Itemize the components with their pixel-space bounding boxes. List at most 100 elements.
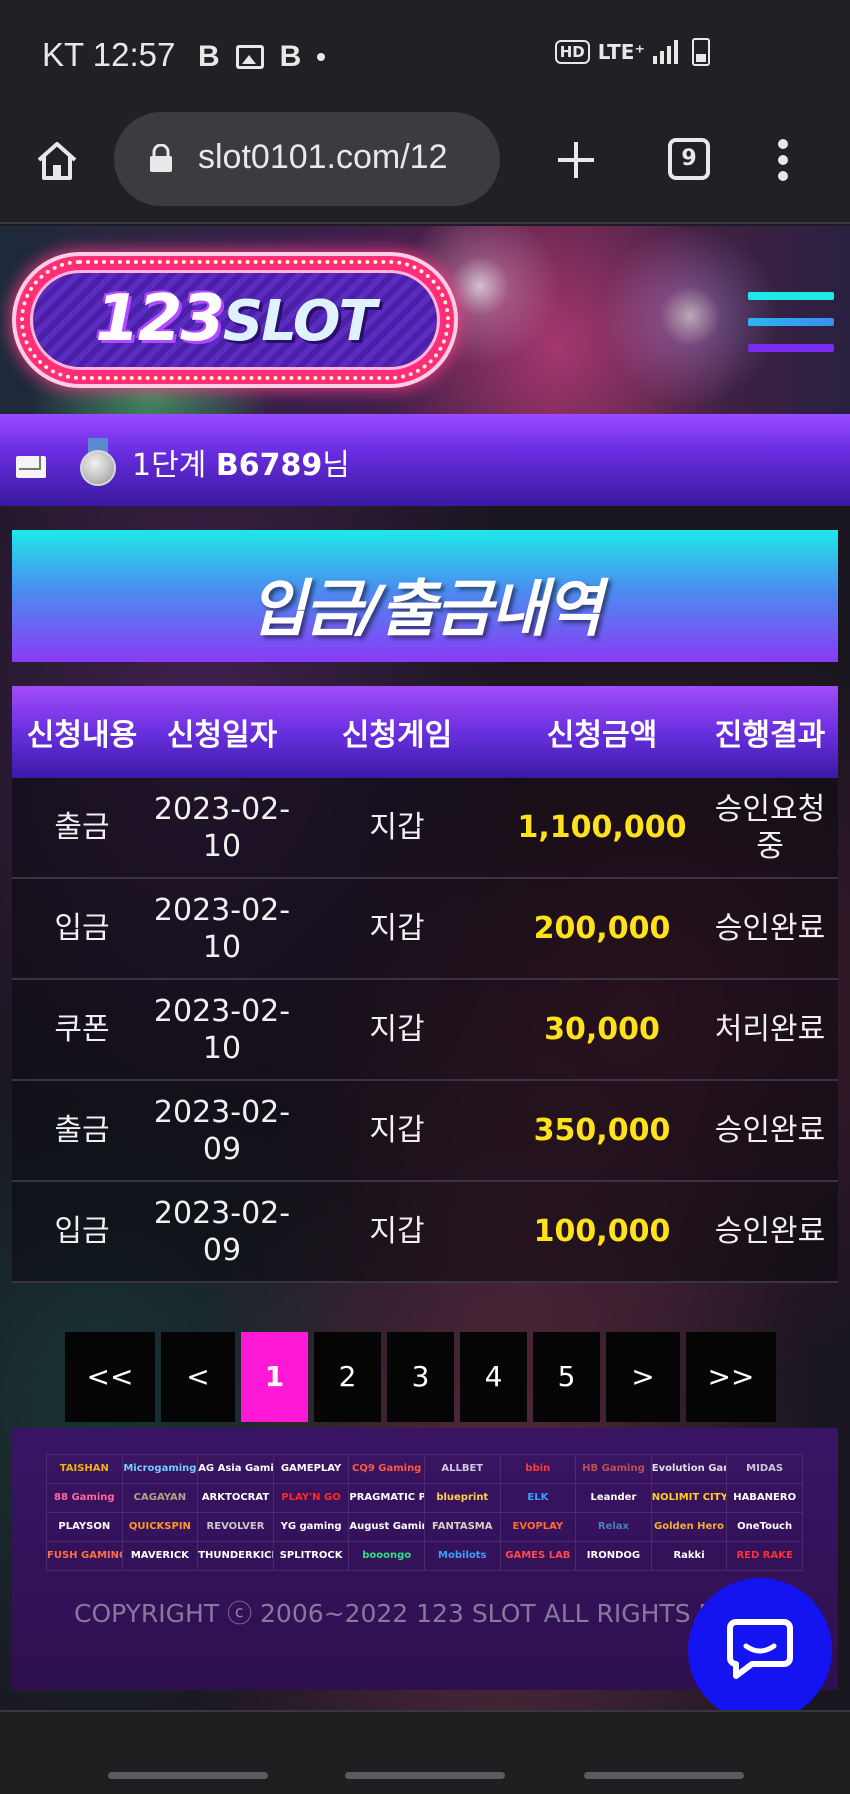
cell-amount: 100,000: [533, 1214, 671, 1249]
provider-logo: ARKTOCRAT: [198, 1484, 274, 1513]
page-first-button[interactable]: <<: [65, 1332, 155, 1422]
cell-amount: 350,000: [533, 1113, 671, 1148]
table-row: 쿠폰 2023-02-10 지갑 30,000 처리완료: [12, 980, 838, 1081]
table-row: 출금 2023-02-10 지갑 1,100,000 승인요청중: [12, 778, 838, 879]
provider-logo: HABANERO: [727, 1484, 803, 1513]
site-logo[interactable]: 123SLOT: [12, 252, 458, 388]
b-app-icon-2: B: [279, 40, 302, 73]
cell-game: 지갑: [369, 911, 425, 946]
header-type: 신청내용: [26, 718, 138, 753]
provider-logo: IRONDOG: [576, 1542, 652, 1571]
page-5-button[interactable]: 5: [533, 1332, 600, 1422]
provider-logo: NOLIMIT CITY: [651, 1484, 728, 1513]
cell-game: 지갑: [369, 1113, 425, 1148]
table-row: 입금 2023-02-09 지갑 100,000 승인완료: [12, 1182, 838, 1283]
provider-logo: Rakki: [651, 1542, 728, 1571]
home-icon[interactable]: [34, 138, 80, 184]
tab-switcher-button[interactable]: 9: [668, 138, 710, 180]
lock-icon: [150, 144, 172, 172]
cell-date: 2023-02-09: [153, 1195, 291, 1268]
hamburger-menu-icon[interactable]: [748, 292, 834, 354]
mail-icon[interactable]: [16, 456, 46, 478]
nav-home-handle[interactable]: [345, 1772, 505, 1779]
cell-result: 승인완료: [714, 1113, 826, 1148]
page-2-button[interactable]: 2: [314, 1332, 381, 1422]
provider-logo: HB Gaming: [576, 1455, 652, 1484]
image-icon: [235, 45, 264, 69]
table-row: 입금 2023-02-10 지갑 200,000 승인완료: [12, 879, 838, 980]
provider-logo: PLAYSON: [47, 1513, 123, 1542]
provider-logo: FANTASMA: [424, 1513, 501, 1542]
level-medal-icon: [78, 438, 118, 488]
nav-recents-handle[interactable]: [108, 1772, 268, 1779]
provider-logo: CQ9 Gaming: [349, 1455, 425, 1484]
cell-result: 처리완료: [714, 1012, 826, 1047]
header-game: 신청게임: [341, 718, 453, 753]
provider-logo: Microgaming: [122, 1455, 199, 1484]
provider-logo: Leander: [576, 1484, 652, 1513]
cell-amount: 30,000: [544, 1012, 660, 1047]
cell-game: 지갑: [369, 810, 425, 845]
provider-logo: GAMES LAB: [500, 1542, 577, 1571]
page-4-button[interactable]: 4: [460, 1332, 527, 1422]
address-bar[interactable]: slot0101.com/12: [114, 112, 500, 206]
page-last-button[interactable]: >>: [686, 1332, 776, 1422]
more-notifications-icon: [317, 53, 326, 61]
status-bar: KT 12:57 B B HD LTE⁺: [0, 0, 850, 110]
cell-type: 입금: [54, 1214, 110, 1249]
cell-result: 승인요청중: [714, 791, 826, 864]
page-title-banner: 입금/출금내역: [12, 530, 838, 662]
provider-logo: TAISHAN: [47, 1455, 123, 1484]
cell-game: 지갑: [369, 1012, 425, 1047]
battery-icon: [692, 38, 710, 66]
url-text: slot0101.com/12: [198, 138, 448, 176]
cell-result: 승인완료: [714, 1214, 826, 1249]
provider-logo: August Gaming: [349, 1513, 425, 1542]
page: KT 12:57 B B HD LTE⁺ slot0101.com/12 9 1…: [0, 0, 850, 1794]
cell-amount: 1,100,000: [517, 810, 687, 845]
provider-logo: QUICKSPIN: [122, 1513, 199, 1542]
live-chat-button[interactable]: [688, 1578, 832, 1722]
provider-logo: THUNDERKICK: [198, 1542, 274, 1571]
table-header: 신청내용 신청일자 신청게임 신청금액 진행결과: [12, 686, 838, 778]
cell-game: 지갑: [369, 1214, 425, 1249]
logo-number: 123: [95, 282, 225, 356]
user-name: B6789: [215, 448, 323, 483]
user-level: 1단계: [132, 448, 207, 483]
cell-date: 2023-02-09: [153, 1094, 291, 1167]
cell-date: 2023-02-10: [153, 993, 291, 1066]
provider-logo: GAMEPLAY: [273, 1455, 350, 1484]
user-bar: 1단계 B6789님: [0, 414, 850, 506]
provider-logo: Relax: [576, 1513, 652, 1542]
notification-icons: B B: [198, 40, 326, 74]
page-3-button[interactable]: 3: [387, 1332, 454, 1422]
more-options-icon[interactable]: [776, 138, 790, 182]
b-app-icon: B: [198, 40, 220, 73]
provider-logo: ALLBET: [424, 1455, 501, 1484]
table-row: 출금 2023-02-09 지갑 350,000 승인완료: [12, 1081, 838, 1182]
provider-logo: SPLITROCK: [273, 1542, 350, 1571]
logo-text: 123SLOT: [16, 282, 454, 356]
page-1-button[interactable]: 1: [241, 1332, 308, 1422]
user-suffix: 님: [322, 448, 350, 483]
provider-logo: booongo: [349, 1542, 425, 1571]
provider-logo: Mobilots: [424, 1542, 501, 1571]
system-icons: HD LTE⁺: [554, 38, 710, 66]
provider-logo: Golden Hero: [651, 1513, 728, 1542]
provider-logo: PLAY'N GO: [273, 1484, 350, 1513]
browser-toolbar: slot0101.com/12 9: [0, 110, 850, 224]
header-amount: 신청금액: [546, 718, 658, 753]
chat-bubble-icon: [727, 1619, 793, 1679]
cell-date: 2023-02-10: [153, 791, 291, 864]
page-prev-button[interactable]: <: [161, 1332, 235, 1422]
new-tab-icon[interactable]: [556, 140, 596, 180]
cell-type: 입금: [54, 911, 110, 946]
provider-logo: OneTouch: [727, 1513, 803, 1542]
cell-date: 2023-02-10: [153, 892, 291, 965]
nav-back-handle[interactable]: [584, 1772, 744, 1779]
site-header: 123SLOT: [0, 226, 850, 414]
hd-voice-icon: HD: [554, 40, 590, 64]
page-next-button[interactable]: >: [606, 1332, 680, 1422]
signal-icon: [653, 40, 678, 64]
system-nav-bar: [0, 1710, 850, 1794]
